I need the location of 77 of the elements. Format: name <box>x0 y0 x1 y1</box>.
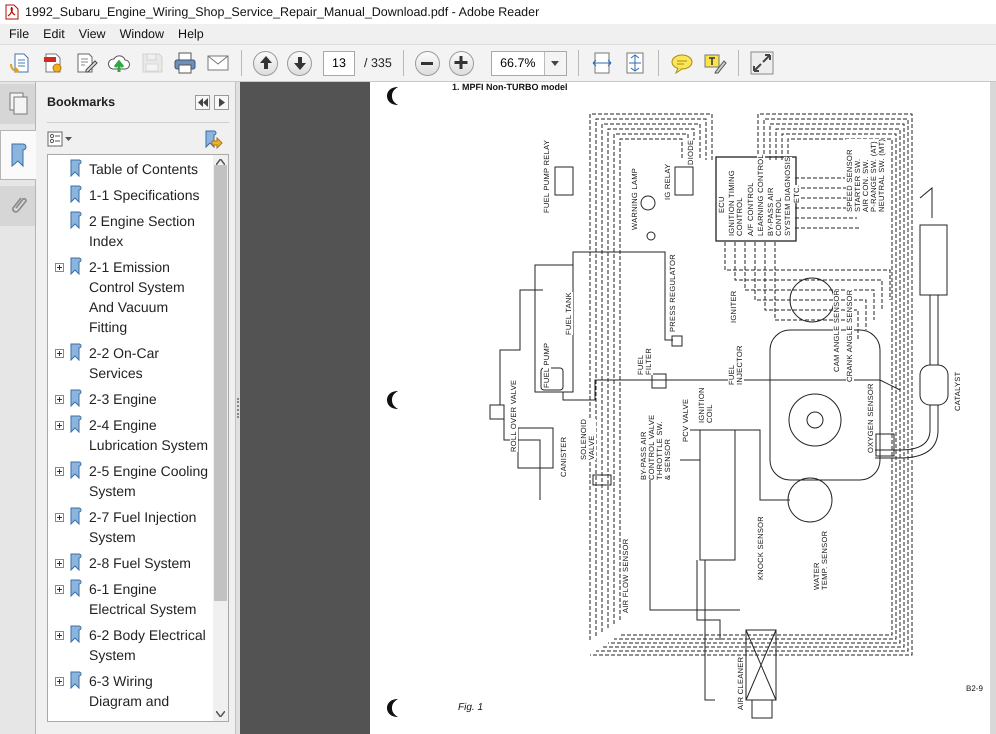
bookmark-item[interactable]: 2-5 Engine Cooling System <box>89 461 209 501</box>
expand-plus-icon[interactable] <box>55 676 64 686</box>
figure-code: B2-9 <box>966 684 983 693</box>
previous-page-button[interactable] <box>253 50 278 76</box>
bookmark-icon <box>70 461 82 479</box>
next-page-button[interactable] <box>287 50 312 76</box>
bookmark-icon <box>70 671 82 689</box>
double-left-arrow-icon <box>198 98 208 106</box>
fit-width-icon[interactable] <box>590 51 614 75</box>
bookmark-icon <box>70 159 82 177</box>
panel-title: Bookmarks <box>47 95 116 109</box>
bookmark-item[interactable]: 2-2 On-Car Services <box>89 343 209 383</box>
bookmark-icon <box>70 389 82 407</box>
expand-plus-icon[interactable] <box>55 512 64 522</box>
scrollbar[interactable] <box>213 155 228 721</box>
page-number-field[interactable]: 13 <box>323 50 355 76</box>
figure-caption: Fig. 1 <box>458 702 484 713</box>
bookmark-item[interactable]: 2 Engine Section Index <box>89 211 209 251</box>
bookmark-item[interactable]: 2-1 Emission Control System And Vacuum Fitting <box>89 257 209 337</box>
bookmark-icon <box>70 579 82 597</box>
minus-icon <box>421 62 434 64</box>
bookmark-icon <box>70 415 82 433</box>
scroll-down-icon <box>216 711 225 718</box>
bookmark-icon <box>70 625 82 643</box>
bookmark-icon <box>70 507 82 525</box>
options-menu-icon[interactable] <box>47 130 73 146</box>
menu-item[interactable]: View <box>72 26 113 42</box>
full-screen-icon[interactable] <box>750 51 774 75</box>
bookmarks-panel-tab[interactable] <box>0 130 36 180</box>
bookmark-item[interactable]: 6-2 Body Electrical System <box>89 625 209 665</box>
expand-plus-icon[interactable] <box>55 466 64 476</box>
expand-plus-icon[interactable] <box>55 630 64 640</box>
bookmark-item[interactable]: 1-1 Specifications <box>89 185 209 205</box>
scroll-up-icon <box>216 159 225 165</box>
zoom-in-button[interactable] <box>448 50 474 76</box>
bookmark-item[interactable]: 2-4 Engine Lubrication System <box>89 415 209 455</box>
expand-plus-icon[interactable] <box>55 262 64 272</box>
expand-panel-button[interactable] <box>214 94 229 110</box>
binding-hole-mark-icon <box>386 390 400 410</box>
window-title: 1992_Subaru_Engine_Wiring_Shop_Service_Repair_Manual_Download.pdf - Adobe Reader <box>25 5 540 19</box>
plus-icon <box>453 54 470 72</box>
bookmark-arrow-icon[interactable] <box>203 128 223 148</box>
print-icon[interactable] <box>173 51 197 75</box>
menu-item[interactable]: Help <box>171 26 211 42</box>
expand-plus-icon[interactable] <box>55 420 64 430</box>
expand-plus-icon[interactable] <box>55 348 64 358</box>
bookmark-icon <box>70 185 82 203</box>
binding-hole-mark-icon <box>386 86 400 106</box>
bookmark-item[interactable]: 6-1 Engine Electrical System <box>89 579 209 619</box>
bookmark-item[interactable]: Table of Contents <box>89 159 209 179</box>
collapse-panel-button[interactable] <box>195 94 210 110</box>
bookmark-item[interactable]: 2-8 Fuel System <box>89 553 209 573</box>
expand-plus-icon[interactable] <box>55 394 64 404</box>
menu-item[interactable]: Edit <box>36 26 72 42</box>
menu-item[interactable]: Window <box>112 26 172 42</box>
page-count: / 335 <box>364 56 392 70</box>
bookmark-item[interactable]: 2-7 Fuel Injection System <box>89 507 209 547</box>
bookmark-item[interactable]: 6-3 Wiring Diagram and <box>89 671 209 711</box>
binding-hole-mark-icon <box>386 698 400 718</box>
bookmark-item[interactable]: 2-3 Engine <box>89 389 209 409</box>
page-heading: 1. MPFI Non-TURBO model <box>452 82 568 92</box>
pdf-file-icon <box>5 4 19 20</box>
zoom-dropdown[interactable]: 66.7% <box>490 50 567 76</box>
bookmark-icon <box>70 257 82 275</box>
zoom-out-button[interactable] <box>414 50 440 76</box>
expand-plus-icon[interactable] <box>55 584 64 594</box>
down-arrow-icon <box>292 54 308 72</box>
bookmark-icon <box>70 553 82 571</box>
menu-item[interactable]: File <box>2 26 36 42</box>
pages-panel-tab[interactable] <box>0 84 35 124</box>
bookmark-icon <box>70 343 82 361</box>
right-arrow-icon <box>218 98 224 106</box>
up-arrow-icon <box>258 54 274 72</box>
scrollbar-thumb[interactable] <box>214 164 227 602</box>
bookmark-icon <box>70 211 82 229</box>
expand-plus-icon[interactable] <box>55 558 64 568</box>
caret-icon <box>551 60 560 66</box>
